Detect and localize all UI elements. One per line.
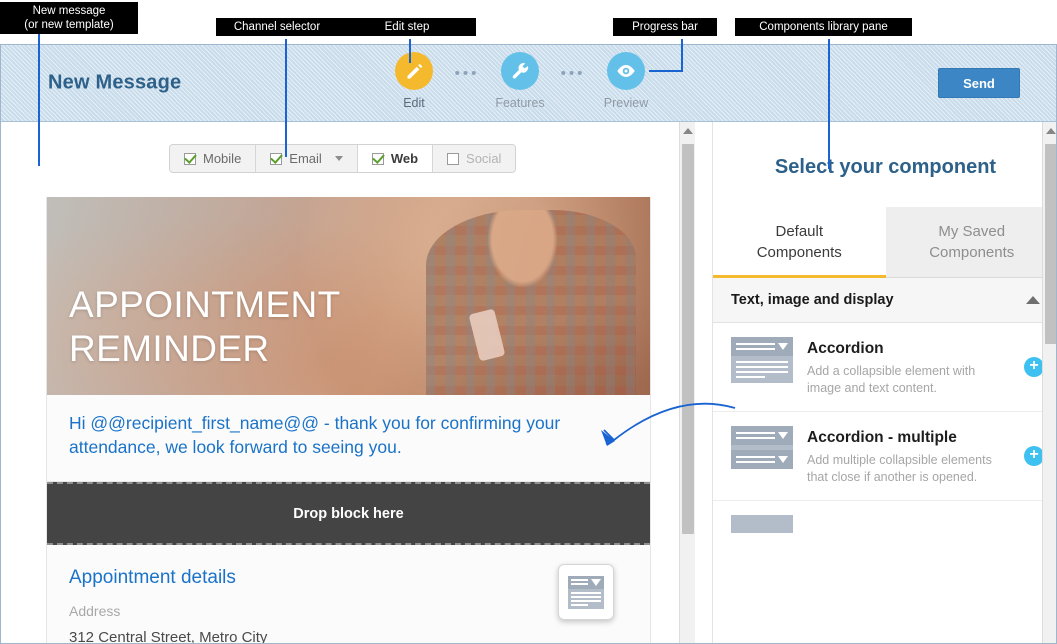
- channel-tab-web-label: Web: [390, 151, 419, 166]
- wrench-icon: [501, 52, 539, 90]
- annotation-leader-components-library: [828, 39, 830, 169]
- annotation-leader-channel-selector: [285, 39, 287, 157]
- checkbox-mobile-icon[interactable]: [184, 152, 196, 165]
- list-item[interactable]: [713, 501, 1056, 547]
- accordion-multiple-icon: [731, 426, 793, 469]
- screenshot-root: New message (or new template) Channel se…: [0, 0, 1057, 644]
- chevron-up-icon[interactable]: [1026, 296, 1040, 304]
- list-item[interactable]: Accordion Add a collapsible element with…: [713, 323, 1056, 412]
- eye-icon: [607, 52, 645, 90]
- channel-tab-email[interactable]: Email: [256, 145, 358, 172]
- address-value: 312 Central Street, Metro City: [69, 629, 268, 644]
- channel-tab-web[interactable]: Web: [357, 145, 434, 172]
- tab-my-saved-components[interactable]: My Saved Components: [885, 207, 1056, 277]
- checkbox-web-icon[interactable]: [371, 152, 384, 165]
- add-component-button[interactable]: +: [1024, 357, 1044, 377]
- annotation-leader-edit-step: [409, 39, 411, 63]
- step-edit[interactable]: Edit: [386, 52, 442, 110]
- component-description: Add a collapsible element with image and…: [807, 364, 976, 395]
- annotation-edit-step: Edit step: [338, 18, 476, 36]
- annotation-progress-bar: Progress bar: [613, 18, 717, 36]
- component-name: Accordion: [807, 340, 884, 357]
- library-section-text-image-display[interactable]: Text, image and display: [713, 278, 1056, 323]
- address-label: Address: [69, 603, 121, 619]
- step-features-label: Features: [495, 96, 545, 110]
- annotation-leader-progress-bar: [681, 39, 683, 72]
- appointment-details-title: Appointment details: [69, 567, 236, 588]
- step-preview-label: Preview: [603, 96, 649, 110]
- chevron-down-icon[interactable]: [334, 156, 343, 161]
- library-title: Select your component: [774, 156, 997, 178]
- library-tabs: Default Components My Saved Components: [713, 207, 1056, 278]
- editor-scroll-thumb[interactable]: [682, 144, 694, 534]
- annotation-components-library: Components library pane: [735, 18, 912, 36]
- channel-tab-mobile-label: Mobile: [203, 151, 242, 166]
- add-component-button[interactable]: +: [1024, 446, 1044, 466]
- send-button[interactable]: Send: [938, 68, 1020, 98]
- progress-bar: Edit ••• Features ••• Preview: [386, 52, 654, 110]
- scroll-up-arrow-icon[interactable]: [682, 128, 693, 134]
- tab-default-components[interactable]: Default Components: [713, 207, 886, 278]
- channel-tab-mobile[interactable]: Mobile: [170, 145, 257, 172]
- channel-selector: Mobile Email Web Social: [169, 144, 517, 173]
- greeting-block[interactable]: Hi @@recipient_first_name@@ - thank you …: [47, 395, 650, 482]
- list-item[interactable]: Accordion - multiple Add multiple collap…: [713, 412, 1056, 501]
- drag-ghost-accordion: [558, 564, 614, 620]
- accordion-icon: [568, 575, 604, 609]
- library-scroll-thumb[interactable]: [1045, 144, 1056, 344]
- greeting-text: Hi @@recipient_first_name@@ - thank you …: [69, 413, 561, 457]
- step-features[interactable]: Features: [492, 52, 548, 110]
- channel-tab-social[interactable]: Social: [433, 145, 516, 172]
- pencil-icon: [395, 52, 433, 90]
- component-text: Accordion - multiple Add multiple collap…: [807, 426, 1010, 486]
- editor-scrollbar[interactable]: [679, 122, 695, 643]
- hero-heading: APPOINTMENT REMINDER: [69, 284, 341, 369]
- library-scrollbar[interactable]: [1042, 122, 1056, 643]
- annotation-leader-new-message: [38, 32, 40, 166]
- component-name: Accordion - multiple: [807, 429, 957, 446]
- editor-pane: Mobile Email Web Social APPOINTMENT REMI…: [1, 122, 695, 644]
- component-list: Accordion Add a collapsible element with…: [713, 323, 1056, 547]
- annotation-new-message: New message (or new template): [0, 2, 138, 34]
- scroll-up-arrow-icon[interactable]: [1045, 128, 1056, 134]
- component-thumb-icon: [731, 515, 793, 533]
- hero-banner[interactable]: APPOINTMENT REMINDER: [47, 197, 650, 395]
- app-header: New Message Edit ••• Features ••• Previe…: [1, 45, 1056, 122]
- annotation-leader-progress-bar-h: [649, 70, 683, 72]
- component-text: Accordion Add a collapsible element with…: [807, 337, 1010, 397]
- step-separator-2: •••: [560, 65, 586, 82]
- channel-tab-email-label: Email: [289, 151, 322, 166]
- drop-zone[interactable]: Drop block here: [47, 482, 650, 545]
- accordion-icon: [731, 337, 793, 383]
- checkbox-social-icon[interactable]: [447, 152, 460, 165]
- channel-tab-social-label: Social: [466, 151, 502, 166]
- checkbox-email-icon[interactable]: [270, 152, 283, 165]
- drop-zone-label: Drop block here: [293, 505, 404, 522]
- step-edit-label: Edit: [403, 96, 425, 110]
- app-window: New Message Edit ••• Features ••• Previe…: [0, 44, 1057, 644]
- step-separator-1: •••: [454, 65, 480, 82]
- annotation-channel-selector: Channel selector: [216, 18, 338, 36]
- page-title: New Message: [48, 71, 182, 94]
- components-library-pane: Select your component Default Components…: [712, 122, 1056, 643]
- library-section-title: Text, image and display: [731, 292, 894, 308]
- component-description: Add multiple collapsible elements that c…: [807, 453, 992, 484]
- app-body: Mobile Email Web Social APPOINTMENT REMI…: [1, 122, 1056, 644]
- step-preview[interactable]: Preview: [598, 52, 654, 110]
